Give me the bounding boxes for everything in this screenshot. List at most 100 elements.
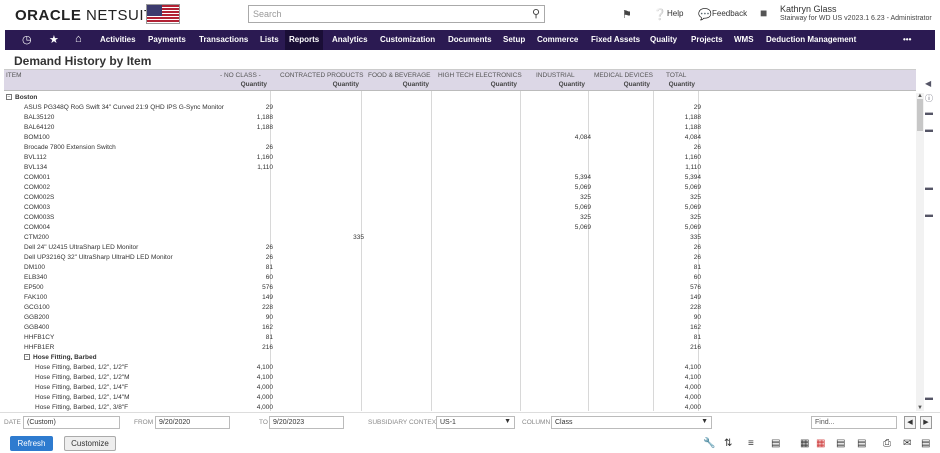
qty-total[interactable]: 81 — [694, 264, 701, 271]
from-date-input[interactable]: 9/20/2020 — [155, 416, 230, 429]
col-medical-header[interactable]: MEDICAL DEVICES — [594, 72, 653, 79]
item-name[interactable]: COM004 — [24, 224, 50, 231]
qty-total[interactable]: 90 — [694, 314, 701, 321]
table-row[interactable]: GCG100 228 228 — [4, 303, 916, 313]
qty-total[interactable]: 26 — [694, 254, 701, 261]
qty-total[interactable]: 1,160 — [685, 154, 701, 161]
chart-icon[interactable]: ▤ — [771, 438, 780, 449]
item-name[interactable]: DM100 — [24, 264, 45, 271]
export-pdf-icon[interactable]: ▦ — [816, 438, 825, 449]
qty-total[interactable]: 5,069 — [685, 224, 701, 231]
qty-noclass[interactable]: 1,188 — [257, 124, 273, 131]
user-role-icon[interactable]: ■ — [760, 6, 767, 20]
qty-noclass[interactable]: 1,160 — [257, 154, 273, 161]
qty-total[interactable]: 5,069 — [685, 184, 701, 191]
nav-payments[interactable]: Payments — [148, 30, 186, 50]
nav-documents[interactable]: Documents — [448, 30, 492, 50]
expand-collapse-icon[interactable]: ⇅ — [724, 438, 732, 449]
grid-vertical-scrollbar[interactable]: ▲ ▼ — [916, 93, 924, 411]
qty-total[interactable]: 4,000 — [685, 394, 701, 401]
export-word-icon[interactable]: ▤ — [857, 438, 866, 449]
item-name[interactable]: Dell 24" U2415 UltraSharp LED Monitor — [24, 244, 138, 251]
qty-noclass[interactable]: 4,000 — [257, 404, 273, 411]
qty-noclass[interactable]: 162 — [262, 324, 273, 331]
table-row[interactable]: BVL134 1,110 1,110 — [4, 163, 916, 173]
table-row[interactable]: COM003 5,069 5,069 — [4, 203, 916, 213]
item-name[interactable]: Dell UP3216Q 32" UltraSharp UltraHD LED … — [24, 254, 173, 261]
qty-total[interactable]: 216 — [690, 344, 701, 351]
qty-total[interactable]: 1,110 — [685, 164, 701, 171]
item-name[interactable]: HHFB1CY — [24, 334, 54, 341]
collapse-group-icon[interactable]: − — [24, 354, 30, 360]
qty-noclass[interactable]: 1,110 — [257, 164, 273, 171]
col-total-header[interactable]: TOTAL — [666, 72, 686, 79]
side-handle-icon-2[interactable]: ▬ — [925, 125, 933, 134]
item-name[interactable]: Brocade 7800 Extension Switch — [24, 144, 116, 151]
export-excel-icon[interactable]: ▦ — [800, 438, 809, 449]
qty-industrial[interactable]: 5,069 — [575, 224, 591, 231]
item-name[interactable]: BOM100 — [24, 134, 50, 141]
to-date-input[interactable]: 9/20/2023 — [269, 416, 344, 429]
item-name[interactable]: Hose Fitting, Barbed, 1/2", 1/4"F — [35, 384, 128, 391]
item-name[interactable]: Hose Fitting, Barbed, 1/2", 3/8"F — [35, 404, 128, 411]
table-row[interactable]: EP500 576 576 — [4, 283, 916, 293]
item-name[interactable]: ASUS PG348Q RoG Swift 34" Curved 21:9 QH… — [24, 104, 224, 111]
home-icon[interactable]: ⌂ — [75, 33, 82, 45]
table-row[interactable]: ASUS PG348Q RoG Swift 34" Curved 21:9 QH… — [4, 103, 916, 113]
collapse-panel-icon[interactable]: ◀ — [925, 79, 931, 88]
qty-noclass[interactable]: 26 — [266, 244, 273, 251]
table-row[interactable]: Hose Fitting, Barbed, 1/2", 1/4"M 4,000 4,… — [4, 393, 916, 403]
table-row[interactable]: Hose Fitting, Barbed, 1/2", 1/2"M 4,100 4,… — [4, 373, 916, 383]
item-name[interactable]: ELB340 — [24, 274, 47, 281]
table-row[interactable]: COM001 5,394 5,394 — [4, 173, 916, 183]
qty-total[interactable]: 4,000 — [685, 384, 701, 391]
qty-total[interactable]: 5,069 — [685, 204, 701, 211]
qty-total[interactable]: 4,084 — [685, 134, 701, 141]
item-name[interactable]: HHFB1ER — [24, 344, 54, 351]
col-food-header[interactable]: FOOD & BEVERAGE — [368, 72, 431, 79]
nav-quality[interactable]: Quality — [650, 30, 677, 50]
side-handle-icon-1[interactable]: ▬ — [925, 108, 933, 117]
table-row[interactable]: FAK100 149 149 — [4, 293, 916, 303]
user-name[interactable]: Kathryn Glass — [780, 4, 837, 14]
table-row[interactable]: COM002S 325 325 — [4, 193, 916, 203]
print-icon[interactable]: ⎙ — [883, 438, 891, 449]
table-row[interactable]: BAL64120 1,188 1,188 — [4, 123, 916, 133]
table-row[interactable]: GGB400 162 162 — [4, 323, 916, 333]
item-name[interactable]: Hose Fitting, Barbed, 1/2", 1/2"M — [35, 374, 130, 381]
qty-industrial[interactable]: 5,069 — [575, 204, 591, 211]
qty-noclass[interactable]: 60 — [266, 274, 273, 281]
nav-deduction-management[interactable]: Deduction Management — [766, 30, 856, 50]
qty-noclass[interactable]: 26 — [266, 254, 273, 261]
item-name[interactable]: Hose Fitting, Barbed, 1/2", 1/4"M — [35, 394, 130, 401]
qty-total[interactable]: 60 — [694, 274, 701, 281]
qty-noclass[interactable]: 81 — [266, 264, 273, 271]
qty-total[interactable]: 325 — [690, 214, 701, 221]
qty-industrial[interactable]: 325 — [580, 194, 591, 201]
table-row[interactable]: BOM100 4,084 4,084 — [4, 133, 916, 143]
table-row[interactable]: HHFB1ER 216 216 — [4, 343, 916, 353]
export-csv-icon[interactable]: ▤ — [836, 438, 845, 449]
scroll-thumb[interactable] — [917, 99, 923, 131]
qty-total[interactable]: 576 — [690, 284, 701, 291]
nav-analytics[interactable]: Analytics — [332, 30, 368, 50]
date-select[interactable]: (Custom) — [23, 416, 120, 429]
sort-icon[interactable]: ≡ — [748, 438, 754, 449]
qty-noclass[interactable]: 4,000 — [257, 394, 273, 401]
col-contracted-header[interactable]: CONTRACTED PRODUCTS — [280, 72, 363, 79]
side-handle-icon-3[interactable]: ▬ — [925, 183, 933, 192]
column-select[interactable]: Class ▼ — [551, 416, 712, 429]
table-row[interactable]: Brocade 7800 Extension Switch 26 26 — [4, 143, 916, 153]
item-name[interactable]: GGB400 — [24, 324, 49, 331]
nav-more-icon[interactable]: ••• — [903, 30, 911, 50]
table-row[interactable]: Hose Fitting, Barbed, 1/2", 1/4"F 4,000 4,… — [4, 383, 916, 393]
search-icon[interactable]: ⚲ — [532, 7, 540, 20]
qty-total[interactable]: 81 — [694, 334, 701, 341]
wrench-icon[interactable]: 🔧 — [703, 438, 715, 449]
collapse-group-icon[interactable]: − — [6, 94, 12, 100]
star-icon[interactable]: ★ — [49, 33, 59, 46]
qty-total[interactable]: 5,394 — [685, 174, 701, 181]
table-row[interactable]: GGB200 90 90 — [4, 313, 916, 323]
qty-industrial[interactable]: 4,084 — [575, 134, 591, 141]
item-name[interactable]: EP500 — [24, 284, 44, 291]
